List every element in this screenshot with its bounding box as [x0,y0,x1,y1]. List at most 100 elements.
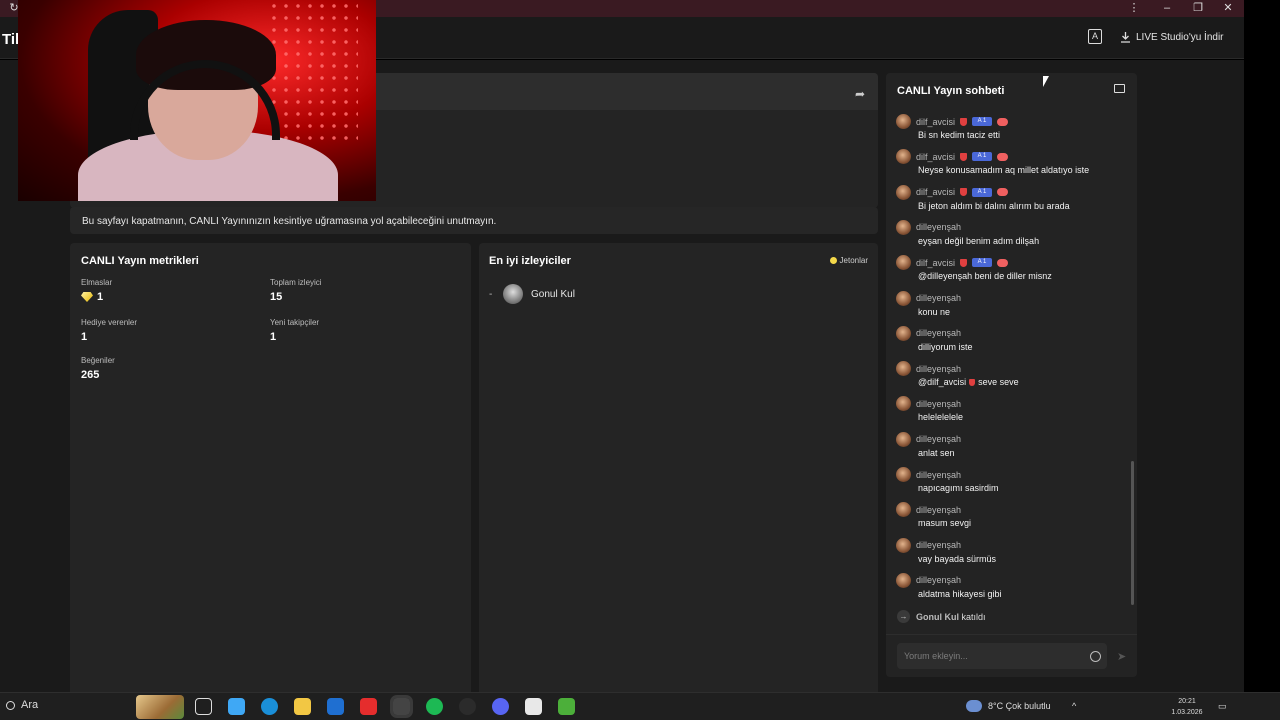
mouse-cursor [1043,76,1049,87]
task-view-icon[interactable] [195,698,212,715]
chat-message-text: anlat sen [918,447,955,458]
chat-username[interactable]: dilf_avcisi [916,258,955,268]
outlook-icon[interactable] [327,698,344,715]
metric-label: Beğeniler [81,356,115,365]
taskbar-search[interactable]: Ara [6,699,38,711]
studio-icon[interactable]: A [1088,29,1102,44]
chat-username[interactable]: dilf_avcisi [916,187,955,197]
chat-message-text: helelelelele [918,412,964,423]
weather-text[interactable]: 8°C Çok bulutlu [988,701,1051,711]
menu-icon[interactable]: ⋮ [1119,1,1149,16]
mention[interactable]: @dilf_avcisi [918,377,966,387]
clock-date: 1.03.2026 [1171,709,1203,716]
microsoft-store-icon[interactable] [525,698,542,715]
notification-icon[interactable]: ▭ [1218,701,1227,712]
metric-label: Toplam izleyici [270,278,322,287]
avatar[interactable] [896,184,911,200]
screen-recorder-icon[interactable] [459,698,476,715]
avatar[interactable] [896,537,911,553]
chat-input-bar: ➤ [886,634,1137,677]
close-button[interactable]: ✕ [1213,1,1243,16]
share-icon[interactable]: ➦ [855,87,865,101]
viewer-row[interactable]: - Gonul Kul [489,284,575,304]
joined-user[interactable]: Gonul Kul [916,612,959,622]
tiktok-live-studio-icon[interactable] [390,695,413,718]
chat-message-text: aldatma hikayesi gibi [918,588,1002,599]
avatar[interactable] [896,149,911,165]
avatar[interactable] [896,361,911,377]
fan-badge-icon [997,188,1009,197]
avatar[interactable] [896,572,911,588]
avatar[interactable] [896,290,911,306]
chat-message-text: @dilf_avcisi seve seve [918,377,1116,387]
avatar[interactable] [896,325,911,341]
chat-message-text: @dilleyenşah beni de diller misnz [918,271,1052,282]
metric-label: Yeni takipçiler [270,318,320,327]
chat-message-header: dilleyenşah [896,502,1116,518]
chat-message-header: dilf_avcisi A 1 [896,255,1116,271]
level-badge: A 1 [972,258,993,268]
minecraft-icon[interactable] [558,698,575,715]
avatar[interactable] [896,502,911,518]
download-live-studio-button[interactable]: LIVE Studio'yu İndir [1120,29,1224,45]
chat-username[interactable]: dilleyenşah [916,328,961,338]
metric-diamonds: Elmaslar 1 [81,278,112,303]
avatar[interactable] [896,396,911,412]
minimize-button[interactable]: – [1152,1,1182,16]
chat-message-header: dilleyenşah [896,219,1116,235]
metric-total-viewers: Toplam izleyici 15 [270,278,322,303]
joined-action: katıldı [961,611,986,622]
chat-username[interactable]: dilleyenşah [916,470,961,480]
chat-message-header: dilleyenşah [896,431,1116,447]
metric-value: 1 [97,291,104,303]
copilot-icon[interactable] [228,698,245,715]
send-icon[interactable]: ➤ [1117,650,1126,663]
chat-username[interactable]: dilleyenşah [916,293,961,303]
sort-by-coins[interactable]: Jetonlar [829,256,868,265]
windows-taskbar: Ara 8°C Çok bulutlu ^ 20:21 1.03.2026 ▭ [0,692,1280,720]
popout-icon[interactable] [1114,84,1125,93]
chat-username[interactable]: dilleyenşah [916,505,961,515]
tray-overflow-icon[interactable]: ^ [1072,701,1076,711]
chat-username[interactable]: dilleyenşah [916,399,961,409]
metric-value: 265 [81,369,100,381]
metric-value: 1 [81,331,88,343]
clock-time: 20:21 [1178,698,1196,705]
avatar[interactable] [896,219,911,235]
avatar[interactable] [896,431,911,447]
chat-username[interactable]: dilleyenşah [916,222,961,232]
discord-icon[interactable] [492,698,509,715]
metric-gifters: Hediye verenler 1 [81,318,137,343]
avatar [503,284,523,304]
spotify-icon[interactable] [426,698,443,715]
chat-message: dilleyenşah @dilf_avcisi seve seve [896,361,1116,387]
chat-username[interactable]: dilf_avcisi [916,117,955,127]
chat-username[interactable]: dilleyenşah [916,540,961,550]
chat-message-header: dilleyenşah [896,537,1116,553]
youtube-icon[interactable] [360,698,377,715]
avatar[interactable] [896,467,911,482]
avatar[interactable] [896,255,911,271]
message-body: seve seve [978,377,1019,388]
search-label: Ara [21,699,39,711]
sort-label: Jetonlar [839,256,868,265]
chat-message-header: dilleyenşah [896,572,1116,588]
chat-message: dilleyenşah eyşan değil benim adım dilşah [896,219,1116,246]
search-icon [6,700,15,710]
chat-message: dilleyenşah napıcagımı sasirdim [896,467,1116,493]
file-explorer-icon[interactable] [294,698,311,715]
chat-username[interactable]: dilleyenşah [916,575,961,585]
search-highlight-image[interactable] [136,695,184,719]
system-clock[interactable]: 20:21 1.03.2026 [1170,696,1204,718]
avatar[interactable] [896,114,911,129]
chat-username[interactable]: dilleyenşah [916,364,961,374]
edge-icon[interactable] [261,698,278,715]
chat-username[interactable]: dilf_avcisi [916,152,955,162]
chat-message-text: Bi jeton aldım bi dalını alırım bu arada [918,200,1070,211]
chat-scrollbar[interactable] [1131,461,1134,605]
chat-username[interactable]: dilleyenşah [916,434,961,444]
chat-input[interactable] [897,643,1107,669]
emoji-icon[interactable] [1090,651,1101,662]
download-icon [1121,32,1130,43]
maximize-button[interactable]: ❐ [1183,1,1213,16]
